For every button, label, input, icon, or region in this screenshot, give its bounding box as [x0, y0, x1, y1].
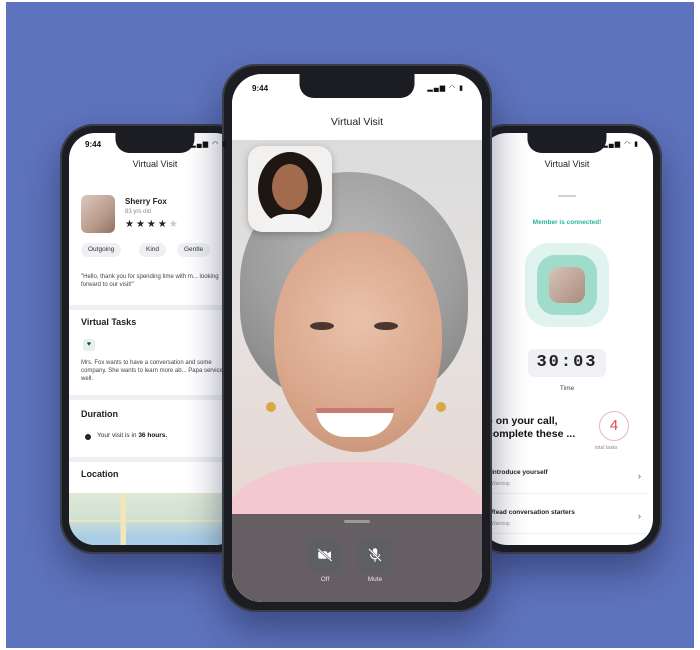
- tasks-heading: e on your call, complete these ...: [487, 415, 576, 440]
- screen-title: Virtual Visit: [544, 159, 590, 169]
- notch: [299, 74, 415, 98]
- task-count: 4: [599, 411, 629, 441]
- mic-off-icon: [368, 548, 382, 562]
- visit-text: Your visit is in: [97, 432, 137, 439]
- member-avatar: [549, 267, 585, 303]
- video-subject-eye: [374, 322, 398, 330]
- status-icons: ▂▄▆ ◠ ▮: [602, 141, 639, 148]
- member-name: Sherry Fox: [125, 197, 167, 206]
- video-toggle-button[interactable]: [308, 538, 342, 572]
- location-title: Location: [81, 469, 119, 479]
- status-icons: ▂▄▆ ◠ ▮: [190, 141, 227, 148]
- task-count-label: total tasks: [595, 445, 618, 451]
- tag-gentle: Gentle: [177, 243, 211, 257]
- member-avatar: [81, 195, 115, 233]
- task-description: Mrs. Fox wants to have a conversation an…: [81, 360, 231, 382]
- promo-background: 9:44 ▂▄▆ ◠ ▮ Virtual Visit Sherry Fox 83…: [6, 2, 694, 648]
- task-row[interactable]: Introduce yourself Warmup ›: [487, 463, 647, 494]
- status-time: 9:44: [85, 140, 102, 149]
- mute-label: Mute: [367, 576, 383, 583]
- earring: [266, 402, 276, 412]
- task-subtitle: Warmup: [491, 481, 510, 487]
- video-toggle-label: Off: [320, 576, 330, 583]
- video-call-screen: 9:44 ▂▄▆ ◠ ▮ Virtual Visit Off Mute: [232, 74, 482, 602]
- task-title: Introduce yourself: [491, 469, 548, 476]
- screen-title: Virtual Visit: [330, 116, 384, 128]
- self-view-video[interactable]: [248, 146, 332, 232]
- call-controls: Off Mute: [232, 514, 482, 602]
- star-rating-filled: ★★★★: [125, 219, 169, 230]
- tag-kind: Kind: [139, 243, 167, 257]
- timer-label: Time: [559, 385, 575, 392]
- connection-status: Member is connected!: [532, 219, 602, 226]
- video-subject-eye: [310, 322, 334, 330]
- notch: [527, 133, 607, 153]
- video-off-icon: [317, 548, 333, 562]
- member-rating: ★★★★★: [125, 219, 180, 230]
- status-icons: ▂▄▆ ◠ ▮: [427, 85, 464, 92]
- task-title: Read conversation starters: [491, 509, 575, 516]
- virtual-tasks-title: Virtual Tasks: [81, 317, 137, 327]
- right-phone: ▂▄▆ ◠ ▮ Virtual Visit Member is connecte…: [472, 124, 662, 554]
- chevron-right-icon: ›: [638, 471, 641, 481]
- location-map[interactable]: [69, 493, 241, 545]
- drag-handle[interactable]: [344, 520, 370, 523]
- call-timer: 30:03: [528, 349, 606, 377]
- heart-icon: ♥: [83, 339, 95, 351]
- task-subtitle: Warmup: [491, 521, 510, 527]
- visit-hours: 36 hours.: [138, 432, 168, 439]
- section-divider: [69, 457, 241, 462]
- status-time: 9:44: [252, 84, 269, 93]
- earring: [436, 402, 446, 412]
- center-phone: 9:44 ▂▄▆ ◠ ▮ Virtual Visit Off Mute: [222, 64, 492, 612]
- mute-button[interactable]: [358, 538, 392, 572]
- tag-outgoing: Outgoing: [81, 243, 122, 257]
- task-row[interactable]: Read conversation starters Warmup ›: [487, 503, 647, 534]
- bullet-icon: [85, 434, 91, 440]
- star-rating-empty: ★: [168, 219, 180, 230]
- drag-handle[interactable]: [558, 195, 576, 197]
- duration-title: Duration: [81, 409, 118, 419]
- chevron-right-icon: ›: [638, 511, 641, 521]
- left-screen: 9:44 ▂▄▆ ◠ ▮ Virtual Visit Sherry Fox 83…: [69, 133, 241, 545]
- visit-countdown: Your visit is in 36 hours.: [97, 432, 167, 439]
- section-divider: [69, 305, 241, 310]
- section-divider: [69, 395, 241, 400]
- member-quote: "Hello, thank you for spending time with…: [81, 274, 219, 288]
- right-screen: ▂▄▆ ◠ ▮ Virtual Visit Member is connecte…: [481, 133, 653, 545]
- member-age: 83 yrs old: [125, 209, 152, 215]
- self-view-face: [272, 164, 308, 210]
- notch: [115, 133, 195, 153]
- screen-title: Virtual Visit: [132, 159, 178, 169]
